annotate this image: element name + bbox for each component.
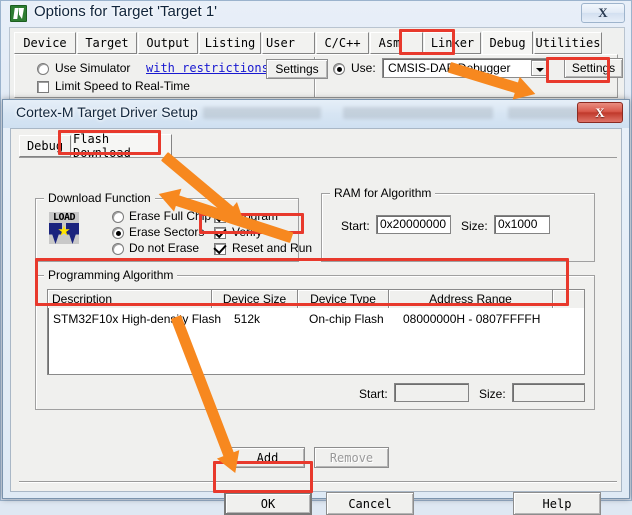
button-label: Settings [275,62,319,76]
tab-label: Output [146,36,190,50]
inner-title-bar: Cortex-M Target Driver Setup X [3,100,629,128]
help-button[interactable]: Help [513,492,601,515]
chevron-down-icon[interactable] [531,60,547,76]
ram-start-label: Start: [341,219,370,233]
highlight-settings-button [546,57,610,83]
ok-button[interactable]: OK [224,492,312,515]
tab-label: C/C++ [324,36,361,50]
erase-full-chip-radio[interactable] [112,211,124,223]
algorithm-size-label: Size: [479,387,506,401]
algorithm-start-label: Start: [359,387,388,401]
algorithm-start-input[interactable] [394,383,469,402]
button-label: Cancel [348,496,392,511]
algorithm-size-input[interactable] [512,383,585,402]
tab-label: User [266,36,295,50]
ghost-content [343,107,493,119]
close-icon: X [598,5,608,20]
ram-start-input[interactable]: 0x20000000 [376,215,451,234]
close-icon: X [595,104,605,120]
tab-output[interactable]: Output [138,32,198,54]
tab-label: Debug [489,36,526,50]
simulator-settings-button[interactable]: Settings [266,59,328,79]
load-icon: LOAD [49,212,79,244]
tab-label: Utilities [535,36,601,50]
ghost-content [203,107,321,119]
button-label: OK [260,496,276,511]
button-label: Remove [329,450,374,465]
cancel-button[interactable]: Cancel [326,492,414,515]
ram-for-algorithm-title: RAM for Algorithm [330,186,436,200]
tab-target[interactable]: Target [77,32,137,54]
load-arrow-right [66,223,79,244]
footer-separator-highlight [19,482,617,483]
do-not-erase-label: Do not Erase [129,241,200,255]
tabpage-top-border [19,157,617,158]
cell-device-size: 512k [234,312,261,326]
dialog-client-area: Debug Flash Download Download Function L… [10,128,622,515]
keil-uvision-icon [10,5,27,22]
outer-title-bar: Options for Target 'Target 1' X [1,1,632,27]
erase-sectors-label: Erase Sectors [129,225,205,239]
use-label: Use: [351,61,376,75]
do-not-erase-radio[interactable] [112,243,124,255]
close-button-outer[interactable]: X [581,3,625,23]
use-simulator-radio[interactable] [37,63,49,75]
tab-label: Asm [378,36,401,50]
button-label: Help [542,496,572,511]
tab-user[interactable]: User [262,32,315,54]
load-icon-text: LOAD [49,212,79,223]
highlight-flash-download-tab [58,130,161,155]
tab-label: Listing [204,36,256,50]
close-button-inner[interactable]: X [577,102,623,123]
ram-size-input[interactable]: 0x1000 [494,215,550,234]
erase-sectors-radio[interactable] [112,227,124,239]
load-arrow-left [49,223,62,244]
window-title: Options for Target 'Target 1' [34,3,218,20]
screenshot-root: Options for Target 'Target 1' X Device T… [0,0,632,515]
tab-listing[interactable]: Listing [199,32,261,54]
tab-debug[interactable]: Debug [482,31,533,55]
tab-utilities[interactable]: Utilities [534,32,602,54]
highlight-algorithm-row [35,258,569,306]
cell-description: STM32F10x High-density Flash [53,312,222,326]
tab-label: Target [85,36,129,50]
remove-button[interactable]: Remove [314,447,389,468]
cell-device-type: On-chip Flash [309,312,384,326]
use-simulator-label: Use Simulator [55,61,131,75]
download-function-title: Download Function [44,191,155,205]
limit-speed-checkbox[interactable] [37,81,49,93]
load-icon-body [49,223,79,244]
ram-size-label: Size: [461,219,488,233]
ram-for-algorithm-group: RAM for Algorithm Start: 0x20000000 Size… [321,186,595,262]
with-restrictions-link[interactable]: with restrictions [146,61,269,75]
tab-device[interactable]: Device [14,32,76,54]
reset-and-run-label: Reset and Run [232,241,313,255]
tab-label: Device [23,36,67,50]
use-debugger-radio[interactable] [333,63,345,75]
limit-speed-label: Limit Speed to Real-Time [55,79,190,93]
reset-and-run-checkbox[interactable] [214,243,226,255]
cell-address-range: 08000000H - 0807FFFFH [403,312,541,326]
tab-cpp[interactable]: C/C++ [316,32,369,54]
highlight-debug-tab [399,29,455,55]
dialog-title: Cortex-M Target Driver Setup [16,104,198,120]
